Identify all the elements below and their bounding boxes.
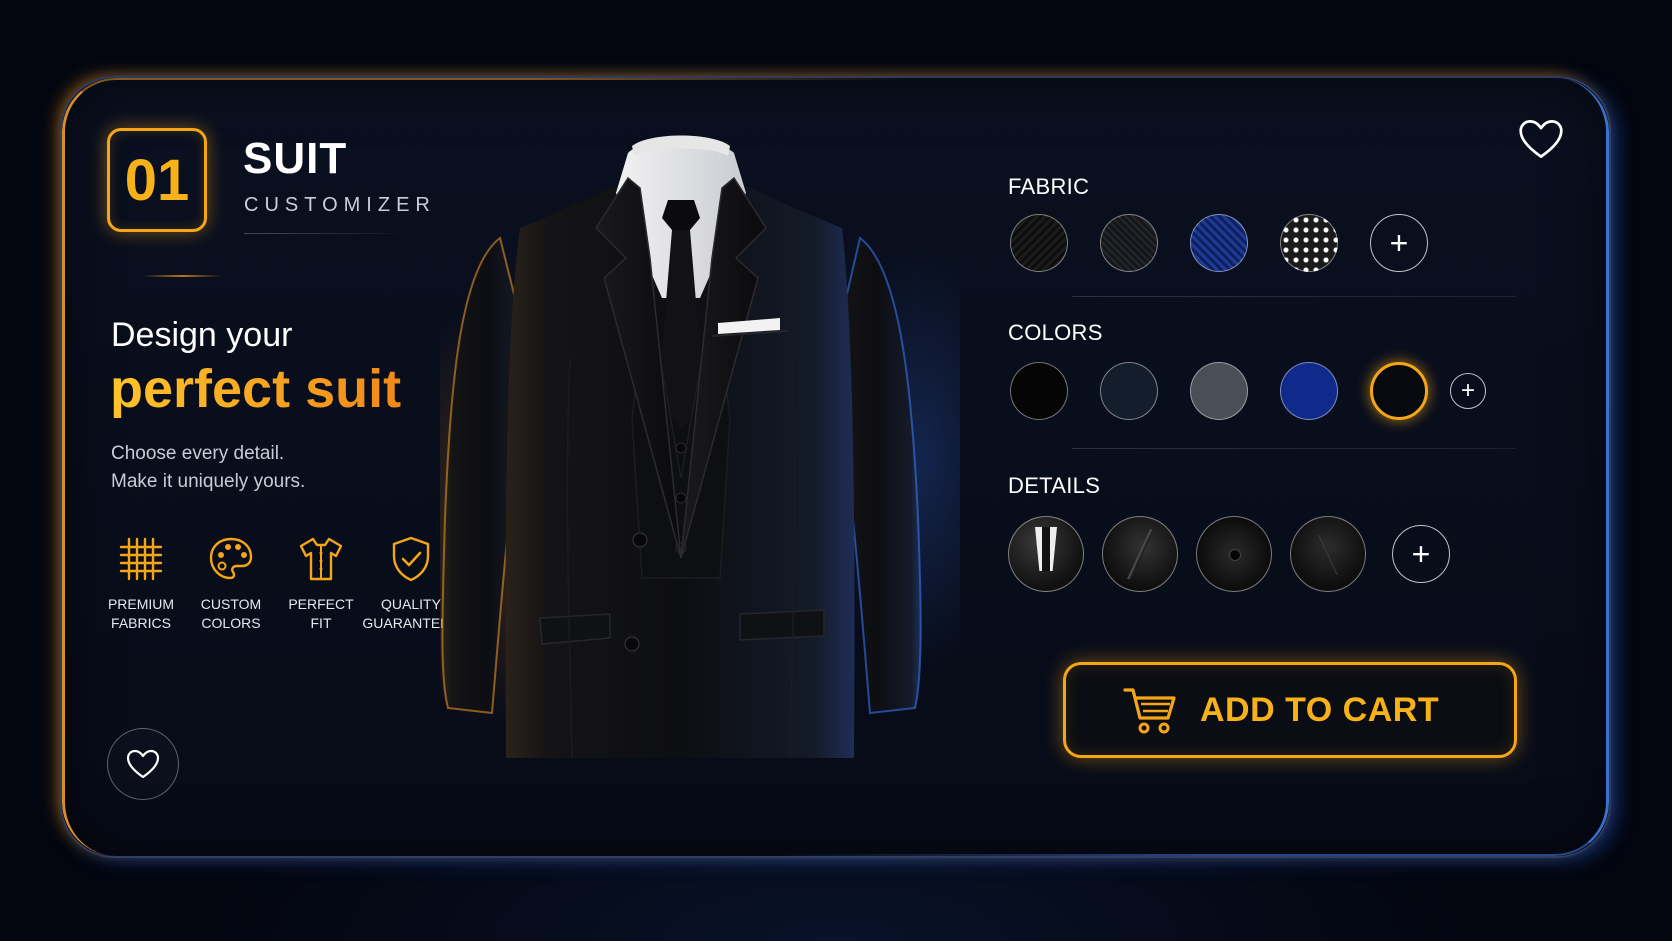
feature-custom-colors: CUSTOM COLORS [186,533,276,633]
add-to-cart-button[interactable]: ADD TO CART [1063,662,1517,758]
color-swatch-selected[interactable] [1370,362,1428,420]
step-number: 01 [124,147,190,213]
detail-option-tie[interactable] [1008,516,1084,592]
fabric-swatch-black-twill[interactable] [1010,214,1068,272]
tagline-line-2: Make it uniquely yours. [111,471,306,492]
suit-preview-image [441,135,922,759]
detail-option-lapel[interactable] [1102,516,1178,592]
headline-line-1: Design your [111,316,293,354]
section-divider [1072,448,1516,449]
feature-perfect-fit: PERFECT FIT [276,533,366,633]
feature-premium-fabrics: PREMIUM FABRICS [96,533,186,633]
feature-label: PERFECT FIT [288,596,354,631]
shirt-icon [299,537,343,581]
tagline-line-1: Choose every detail. [111,443,285,464]
add-to-cart-label: ADD TO CART [1200,690,1440,729]
brand-title: SUIT [243,134,348,183]
plus-icon: + [1389,224,1409,261]
detail-options: + [1008,516,1450,592]
add-color-button[interactable]: + [1450,373,1486,409]
left-divider [142,275,222,277]
step-badge: 01 [107,128,207,232]
add-detail-button[interactable]: + [1392,525,1450,583]
heart-icon [126,749,160,779]
fabric-swatch-charcoal[interactable] [1100,214,1158,272]
detail-option-pocket[interactable] [1290,516,1366,592]
favorite-button-secondary[interactable] [107,728,179,800]
detail-option-button[interactable] [1196,516,1272,592]
color-swatch-midnight[interactable] [1100,362,1158,420]
fabric-label: FABRIC [1008,174,1090,199]
tagline: Choose every detail. Make it uniquely yo… [111,440,305,496]
heart-icon [1519,120,1563,158]
palette-icon [209,537,253,580]
fabric-options: + [1010,214,1428,272]
color-options: + [1010,362,1486,420]
color-swatch-royal-blue[interactable] [1280,362,1338,420]
feature-label: PREMIUM FABRICS [107,596,175,631]
brand-underline [244,233,414,234]
fabric-swatch-navy-weave[interactable] [1190,214,1248,272]
feature-label: CUSTOM COLORS [200,596,262,631]
plus-icon: + [1460,377,1475,404]
plus-icon: + [1411,535,1431,572]
grid-fabric-icon [119,537,163,581]
headline-line-2: perfect suit [110,359,402,419]
colors-label: COLORS [1008,320,1103,345]
section-divider [1072,296,1516,297]
page-background: 01 SUIT CUSTOMIZER Design your perfect s… [0,0,1672,941]
add-fabric-button[interactable]: + [1370,214,1428,272]
details-label: DETAILS [1008,473,1101,498]
favorite-button[interactable] [1518,118,1566,162]
color-swatch-black[interactable] [1010,362,1068,420]
color-swatch-gray[interactable] [1190,362,1248,420]
cart-icon [1123,688,1176,734]
fabric-swatch-houndstooth[interactable] [1280,214,1338,272]
